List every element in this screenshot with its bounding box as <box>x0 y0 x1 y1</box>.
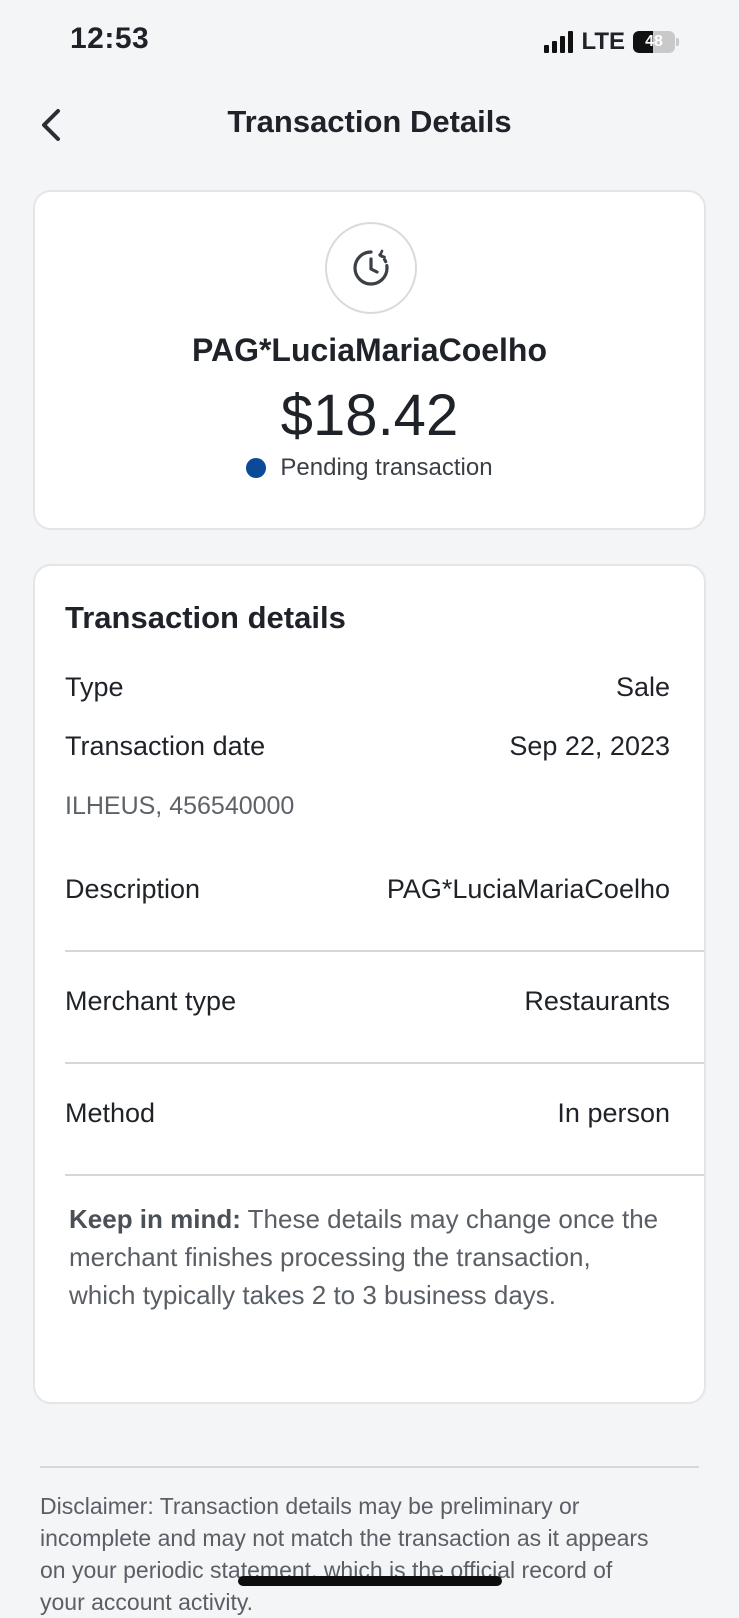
transaction-details-card: Transaction details Type Sale Transactio… <box>33 564 706 1404</box>
battery-icon: 48 <box>633 31 679 53</box>
detail-value: Sep 22, 2023 <box>509 731 670 761</box>
note-heading: Keep in mind: <box>69 1204 241 1234</box>
divider <box>65 1062 704 1064</box>
transaction-status: Pending transaction <box>35 454 704 482</box>
status-indicators: LTE 48 <box>544 28 679 56</box>
keep-in-mind-note: Keep in mind: These details may change o… <box>69 1200 664 1314</box>
detail-label: Description <box>65 874 201 904</box>
page-title: Transaction Details <box>227 104 512 139</box>
divider <box>65 1174 704 1176</box>
merchant-name: PAG*LuciaMariaCoelho <box>191 332 548 368</box>
detail-label: Method <box>65 1098 156 1128</box>
home-indicator[interactable] <box>238 1576 502 1586</box>
status-dot-icon <box>246 458 267 478</box>
transaction-location: ILHEUS, 456540000 <box>65 792 295 820</box>
details-section-title: Transaction details <box>65 600 346 635</box>
detail-value: Restaurants <box>524 986 670 1016</box>
detail-value: In person <box>557 1098 670 1128</box>
detail-row-date: Transaction date Sep 22, 2023 <box>65 731 670 762</box>
disclaimer-text: Disclaimer: Transaction details may be p… <box>40 1493 649 1615</box>
status-bar: 12:53 LTE 48 <box>0 0 739 84</box>
detail-label: Transaction date <box>65 731 266 761</box>
detail-label: Type <box>65 672 124 702</box>
divider <box>40 1466 699 1468</box>
detail-label: Merchant type <box>65 986 237 1016</box>
detail-row-type: Type Sale <box>65 672 670 703</box>
pending-clock-icon <box>325 222 417 314</box>
transaction-amount: $18.42 <box>280 383 459 448</box>
detail-row-description: Description PAG*LuciaMariaCoelho <box>65 874 670 905</box>
cellular-signal-icon <box>544 31 574 53</box>
detail-row-method: Method In person <box>65 1098 670 1129</box>
nav-bar: Transaction Details <box>0 90 739 160</box>
divider <box>65 950 704 952</box>
transaction-summary-card: PAG*LuciaMariaCoelho $18.42 Pending tran… <box>33 190 706 530</box>
network-type: LTE <box>581 28 625 55</box>
status-label: Pending transaction <box>280 454 493 481</box>
detail-row-merchant-type: Merchant type Restaurants <box>65 986 670 1017</box>
battery-percent: 48 <box>645 33 663 50</box>
detail-value: Sale <box>615 672 670 702</box>
status-time: 12:53 <box>70 22 150 55</box>
detail-value: PAG*LuciaMariaCoelho <box>386 874 670 904</box>
